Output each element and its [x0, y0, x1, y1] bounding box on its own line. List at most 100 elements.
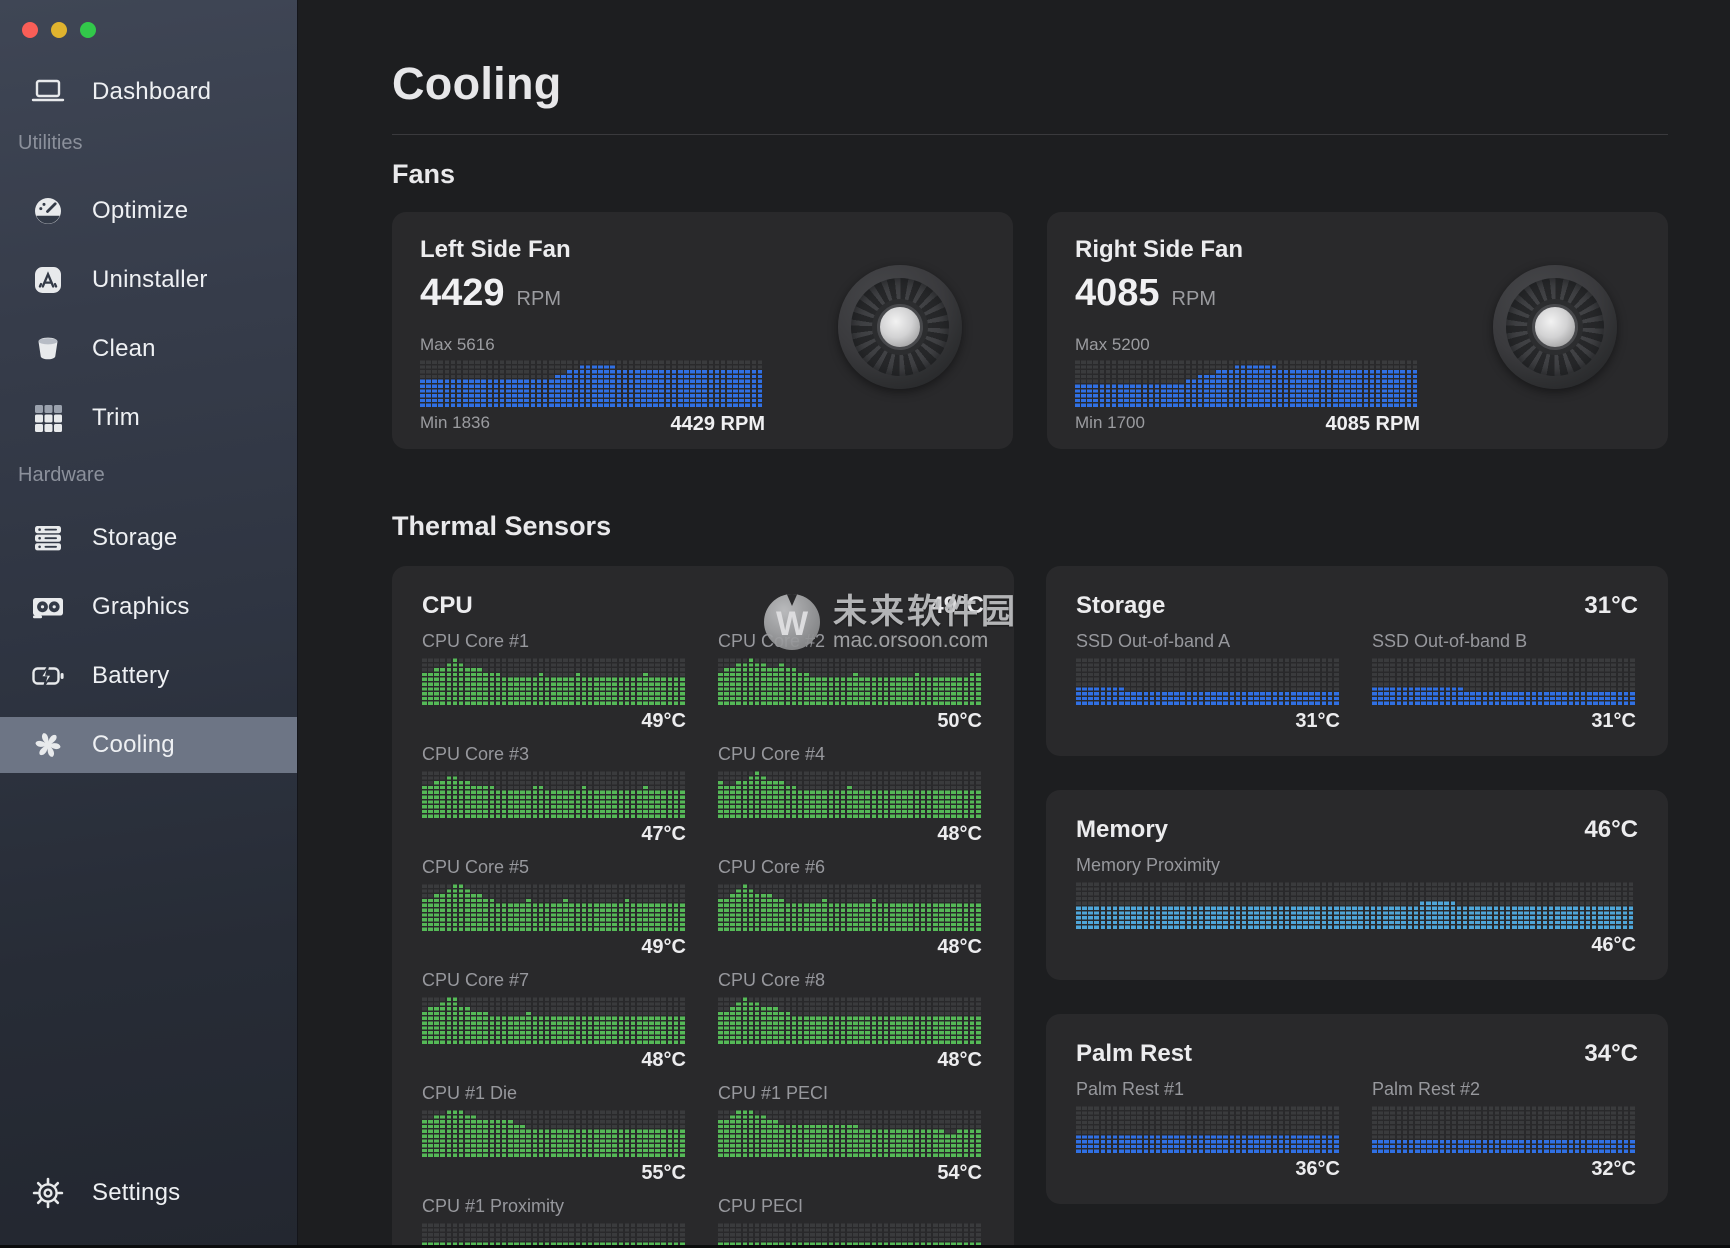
- sensor-cpu-core-8: CPU Core #848°C: [718, 969, 982, 1071]
- sensor-label: Memory Proximity: [1076, 854, 1636, 876]
- card-temp: 46°C: [1584, 816, 1638, 844]
- sidebar-section-utilities: Utilities: [18, 132, 297, 155]
- close-button[interactable]: [22, 22, 38, 38]
- sensor-value: 47°C: [422, 823, 686, 845]
- card-title: CPU: [422, 592, 473, 620]
- sidebar-item-trim[interactable]: Trim: [0, 390, 297, 446]
- sensor-cpu-core-5: CPU Core #5 49°C: [422, 856, 686, 958]
- fan-rpm-value: 4429: [420, 272, 505, 315]
- fan-icon: [28, 725, 68, 765]
- sensor-value: 31°C: [1372, 710, 1636, 732]
- sensor-label: Palm Rest #1: [1076, 1078, 1340, 1100]
- sensor-label: CPU Core #5: [422, 856, 686, 878]
- fans-row: Left Side Fan 4429 RPM Max 5616 Min 1836…: [392, 212, 1668, 449]
- gpu-icon: [28, 587, 68, 627]
- sensor-palm-rest-2: Palm Rest #232°C: [1372, 1078, 1636, 1180]
- sensor-value: 36°C: [1076, 1158, 1340, 1180]
- sidebar-item-graphics[interactable]: Graphics: [0, 579, 297, 635]
- sensor-ssd-out-of-band-b: SSD Out-of-band B31°C: [1372, 630, 1636, 732]
- fans-section-header: Fans: [392, 159, 1668, 190]
- palm-rest-card: Palm Rest 34°C Palm Rest #136°CPalm Rest…: [1046, 1014, 1668, 1204]
- sensor-label: CPU #1 Die: [422, 1082, 686, 1104]
- fan-rpm-unit: RPM: [1172, 288, 1216, 311]
- fan-card-right: Right Side Fan 4085 RPM Max 5200 Min 170…: [1047, 212, 1668, 449]
- sensor-history-chart: [718, 770, 982, 818]
- sidebar-item-label: Optimize: [92, 197, 188, 225]
- thermal-row: CPU 49°C CPU Core #149°CCPU Core #250°CC…: [392, 566, 1668, 1248]
- sensor-value: 55°C: [422, 1162, 686, 1184]
- thermal-section-header: Thermal Sensors: [392, 511, 1668, 542]
- sensor-cpu-peci: CPU PECI: [718, 1195, 982, 1248]
- sensor-value: 31°C: [1076, 710, 1340, 732]
- gauge-icon: [28, 191, 68, 231]
- sidebar-item-settings[interactable]: Settings: [0, 1165, 297, 1221]
- storage-sensor-grid: SSD Out-of-band A31°CSSD Out-of-band B31…: [1076, 630, 1638, 743]
- fan-current-rpm: 4429 RPM: [671, 413, 766, 436]
- sensor-cpu-core-6: CPU Core #648°C: [718, 856, 982, 958]
- cpu-card: CPU 49°C CPU Core #149°CCPU Core #250°CC…: [392, 566, 1014, 1248]
- sensor-cpu-1-peci: CPU #1 PECI 54°C: [718, 1082, 982, 1184]
- sidebar-item-label: Uninstaller: [92, 266, 208, 294]
- sensor-value: 54°C: [718, 1162, 982, 1184]
- sidebar-item-label: Dashboard: [92, 78, 211, 106]
- laptop-icon: [28, 72, 68, 112]
- fan-name: Left Side Fan: [420, 236, 985, 264]
- zoom-button[interactable]: [80, 22, 96, 38]
- sensor-label: CPU Core #6: [718, 856, 982, 878]
- sidebar-item-label: Storage: [92, 524, 177, 552]
- sensor-value: 49°C: [422, 936, 686, 958]
- sidebar-item-uninstaller[interactable]: Uninstaller: [0, 252, 297, 308]
- app-window: Dashboard Utilities Optimize: [0, 0, 1730, 1248]
- sidebar-item-cooling[interactable]: Cooling: [0, 717, 297, 773]
- sidebar-item-label: Cooling: [92, 731, 175, 759]
- sensor-label: CPU Core #7: [422, 969, 686, 991]
- sensor-label: CPU Core #4: [718, 743, 982, 765]
- sidebar-item-label: Graphics: [92, 593, 190, 621]
- sensor-cpu-core-2: CPU Core #250°C: [718, 630, 982, 732]
- sensor-history-chart: [1372, 657, 1636, 705]
- sensor-value: 46°C: [1076, 934, 1636, 956]
- sensor-history-chart: [422, 1109, 686, 1157]
- sensor-cpu-core-1: CPU Core #1 49°C: [422, 630, 686, 732]
- sensor-palm-rest-1: Palm Rest #1 36°C: [1076, 1078, 1340, 1180]
- sidebar-spacer: [0, 773, 297, 1165]
- sensor-label: CPU Core #1: [422, 630, 686, 652]
- sensor-history-chart: [422, 770, 686, 818]
- battery-icon: [28, 656, 68, 696]
- page-title: Cooling: [392, 58, 1668, 110]
- sidebar-item-label: Clean: [92, 335, 156, 363]
- card-temp: 34°C: [1584, 1040, 1638, 1068]
- memory-sensor-grid: Memory Proximity 46°C: [1076, 854, 1638, 967]
- sidebar-item-optimize[interactable]: Optimize: [0, 183, 297, 239]
- sidebar-item-battery[interactable]: Battery: [0, 648, 297, 704]
- cpu-sensor-grid: CPU Core #1 49°C CPU Core #250°C CPU Core #…: [422, 630, 984, 1248]
- card-temp: 49°C: [930, 592, 984, 620]
- sensor-cpu-1-proximity: CPU #1 Proximity: [422, 1195, 686, 1248]
- sidebar-item-dashboard[interactable]: Dashboard: [0, 64, 297, 120]
- grid-icon: [28, 398, 68, 438]
- sensor-label: CPU #1 PECI: [718, 1082, 982, 1104]
- card-temp: 31°C: [1584, 592, 1638, 620]
- card-title: Palm Rest: [1076, 1040, 1192, 1068]
- fan-min-label: Min 1700: [1075, 413, 1145, 436]
- appstore-icon: [28, 260, 68, 300]
- minimize-button[interactable]: [51, 22, 67, 38]
- sensor-history-chart: [422, 657, 686, 705]
- fan-min-label: Min 1836: [420, 413, 490, 436]
- title-divider: [392, 134, 1668, 135]
- sidebar-item-clean[interactable]: Clean: [0, 321, 297, 377]
- main-content: Cooling Fans Left Side Fan 4429 RPM Max …: [298, 0, 1730, 1248]
- sensor-value: 49°C: [422, 710, 686, 732]
- sensor-value: 50°C: [718, 710, 982, 732]
- fan-current-rpm: 4085 RPM: [1326, 413, 1421, 436]
- fan-image: [1493, 265, 1617, 389]
- sensor-label: SSD Out-of-band A: [1076, 630, 1340, 652]
- fan-name: Right Side Fan: [1075, 236, 1640, 264]
- sensor-history-chart: [422, 883, 686, 931]
- fan-image: [838, 265, 962, 389]
- sidebar-item-storage[interactable]: Storage: [0, 510, 297, 566]
- sidebar-item-label: Battery: [92, 662, 169, 690]
- sensor-history-chart: [1076, 881, 1636, 929]
- fan-rpm-unit: RPM: [517, 288, 561, 311]
- sensor-value: 48°C: [422, 1049, 686, 1071]
